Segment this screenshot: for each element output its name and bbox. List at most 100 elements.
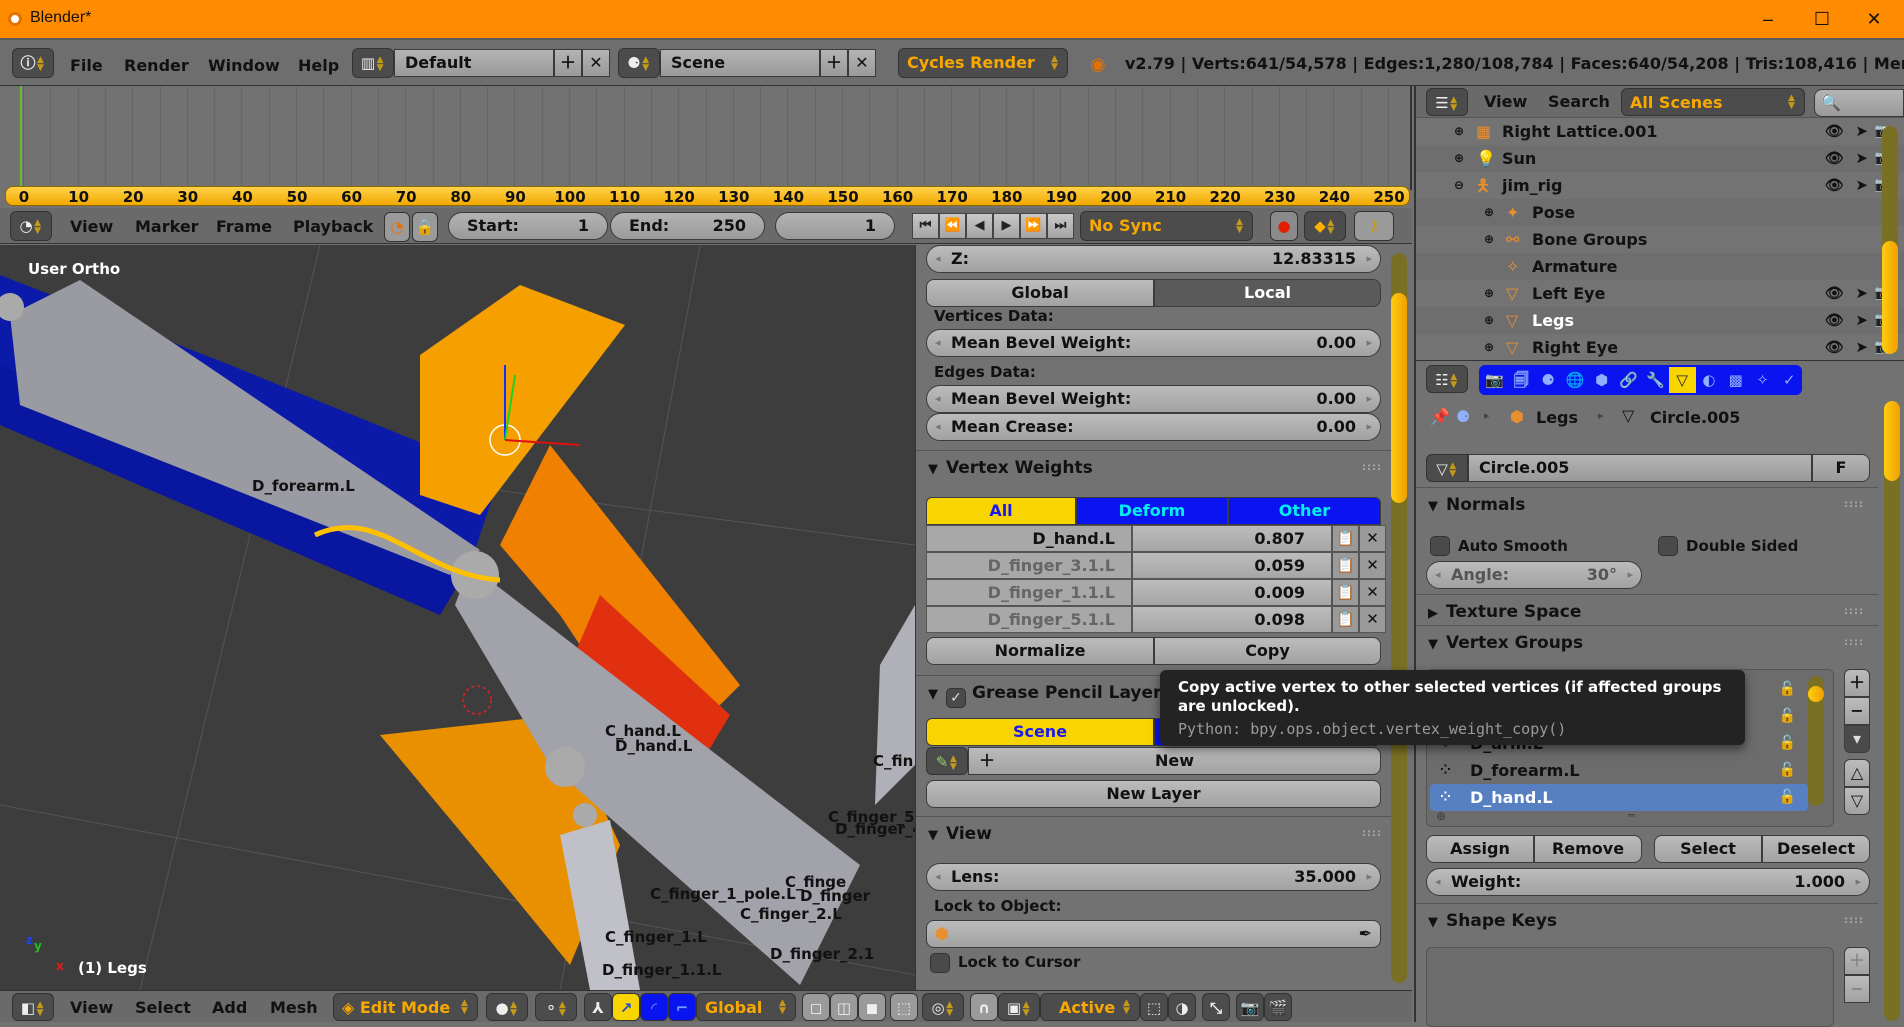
outliner-item-right-eye[interactable]: ⊕▽Right Eye👁➤📷 [1416,334,1904,361]
drag-handle-icon[interactable]: :::: [1844,626,1864,660]
grease-source-scene-tab[interactable]: Scene [926,718,1154,746]
assign-button[interactable]: Assign [1426,835,1534,863]
editor-type-outliner-button[interactable]: ☰ ▲ ▼ [1426,88,1468,116]
remove-scene-button[interactable]: ✕ [848,49,876,77]
unlocked-icon[interactable]: 🔓 [1779,703,1796,730]
select-button[interactable]: Select [1654,835,1762,863]
menu-window[interactable]: Window [208,56,280,75]
limit-selection-visible-button[interactable]: ⬚ [890,993,918,1021]
frame-ruler[interactable]: 0 10 20 30 40 50 60 70 80 90 100 110 120 130 140 150 160… [5,186,1410,206]
screen-layout-field[interactable]: Default [394,49,554,77]
snap-element-button[interactable]: ▣ ▲ ▼ [998,993,1040,1021]
expand-toggle-icon[interactable]: ⊕ [1484,199,1494,226]
lock-range-icon[interactable]: 🔒 [412,212,438,242]
menu-frame[interactable]: Frame [216,217,272,236]
vertex-groups-panel-header[interactable]: ▼ Vertex Groups:::: [1416,625,1878,659]
grease-pencil-datablock-selector[interactable]: ✎ ▲ ▼ [926,747,968,775]
cursor-select-icon[interactable]: ➤ [1855,145,1868,172]
unlocked-icon[interactable]: 🔓 [1779,676,1796,703]
menu-view[interactable]: View [70,217,113,236]
jump-keyframe-forward-button[interactable]: ⏩ [1020,213,1047,239]
vertex-group-name[interactable]: D_hand.L [1470,788,1553,807]
mesh-name-input[interactable]: Circle.005 [1468,454,1812,482]
menu-mesh[interactable]: Mesh [270,998,318,1017]
eyedropper-icon[interactable]: ✒ [1359,921,1372,947]
translate-manipulator-button[interactable]: ↗ [612,993,640,1021]
paste-weight-icon[interactable]: 📋 [1332,579,1359,606]
editor-type-info-button[interactable]: ⓘ ▲ ▼ [12,48,54,78]
remove-layout-button[interactable]: ✕ [582,49,610,77]
vertex-group-item[interactable]: ⁘ D_forearm.L 🔓 [1430,757,1808,784]
snap-target-dropdown[interactable]: Active ▲ ▼ [1040,993,1140,1021]
outliner-scrollbar-thumb[interactable] [1882,241,1898,354]
interaction-mode-dropdown[interactable]: ◈ Edit Mode ▲ ▼ [333,993,478,1021]
scene-field[interactable]: Scene [660,49,820,77]
outliner-item-bone-groups[interactable]: ⊕ ⚯ Bone Groups [1416,226,1904,253]
shape-key-list[interactable] [1426,947,1834,1027]
snap-toggle[interactable]: ∩ [970,993,998,1021]
vertex-weight-value-field[interactable]: 0.807 [1132,525,1332,552]
properties-tab-render[interactable]: 📷 [1481,367,1508,393]
new-grease-pencil-button[interactable]: ＋ New [968,747,1381,775]
filter-all-tab[interactable]: All [926,497,1076,525]
expand-toggle-icon[interactable]: ⊕ [1484,280,1494,307]
pin-icon[interactable]: 📌 [1430,407,1450,426]
vertex-group-weight-field[interactable]: Weight: 1.000 [1426,868,1870,896]
manipulator-toggle[interactable]: ⅄ [584,993,612,1021]
maximize-button[interactable]: ☐ [1798,4,1846,34]
paste-weight-icon[interactable]: 📋 [1332,525,1359,552]
move-group-up-button[interactable]: △ [1844,759,1870,787]
normalize-button[interactable]: Normalize [926,637,1154,665]
proportional-editing-button[interactable]: ◎ ▲ ▼ [922,993,964,1021]
properties-tab-scene[interactable]: ⚈ [1535,367,1562,393]
properties-tab-constraints[interactable]: 🔗 [1615,367,1642,393]
eye-icon[interactable]: 👁 [1825,280,1844,307]
delete-weight-icon[interactable]: ✕ [1359,525,1386,552]
menu-playback[interactable]: Playback [293,217,373,236]
end-frame-field[interactable]: End: 250 [610,212,765,240]
vertex-weights-panel-header[interactable]: ▼ Vertex Weights:::: [916,450,1396,484]
vertex-weight-group-name[interactable]: D_finger_5.1.L [926,606,1132,633]
vertex-weight-value-field[interactable]: 0.059 [1132,552,1332,579]
properties-scrollbar[interactable] [1884,401,1900,1021]
eye-icon[interactable]: 👁 [1825,334,1844,361]
expand-toggle-icon[interactable]: ⊕ [1484,334,1494,361]
new-layer-button[interactable]: New Layer [926,780,1381,808]
outliner-item-armature[interactable]: ✧ Armature [1416,253,1904,280]
display-mode-dropdown[interactable]: All Scenes ▲ ▼ [1621,88,1805,116]
auto-smooth-checkbox[interactable] [1430,536,1450,556]
mesh-datablock-selector[interactable]: ▽ ▲ ▼ [1426,454,1468,482]
outliner-item-right-lattice-001[interactable]: ⊕▦Right Lattice.001👁➤📷 [1416,118,1904,145]
cursor-select-icon[interactable]: ➤ [1855,334,1868,361]
n-panel-scrollbar-thumb[interactable] [1391,293,1407,503]
menu-select[interactable]: Select [135,998,191,1017]
keying-set-key-icon[interactable]: ⚷ [1354,211,1394,241]
menu-search[interactable]: Search [1548,92,1610,111]
expand-toggle-icon[interactable]: ⊕ [1454,145,1464,172]
vertex-group-list-scrollbar-thumb[interactable] [1808,686,1824,702]
transform-orientation-dropdown[interactable]: Global ▲ ▼ [696,993,796,1021]
close-button[interactable]: ✕ [1850,4,1898,34]
opengl-render-animation-button[interactable]: 🎬 [1264,993,1292,1021]
outliner-scrollbar[interactable] [1882,126,1898,354]
keying-set-button[interactable]: ◆ ▲ ▼ [1304,211,1346,241]
expand-toggle-icon[interactable]: ⊕ [1454,118,1464,145]
drag-handle-icon[interactable]: :::: [1844,595,1864,629]
remove-shape-key-button[interactable]: − [1844,975,1870,1003]
outliner-search-input[interactable]: 🔍 [1814,89,1904,117]
screen-layout-selector[interactable]: ▥ ▲ ▼ [352,48,394,78]
vertex-mean-bevel-field[interactable]: Mean Bevel Weight: 0.00 [926,329,1381,357]
play-button[interactable]: ▶ [993,213,1020,239]
editor-type-3dview-button[interactable]: ◧ ▲ ▼ [12,993,54,1021]
vertex-weight-group-name[interactable]: D_hand.L [926,525,1132,552]
expand-toggle-icon[interactable]: ⊕ [1484,226,1494,253]
edge-select-mode-button[interactable]: ◫ [830,993,858,1021]
add-vertex-group-button[interactable]: ＋ [1844,669,1870,697]
delete-weight-icon[interactable]: ✕ [1359,579,1386,606]
menu-view[interactable]: View [70,998,113,1017]
lock-to-object-field[interactable]: ⬢ ✒ [926,920,1381,948]
deselect-button[interactable]: Deselect [1762,835,1870,863]
scale-manipulator-button[interactable]: ⌐ [668,993,696,1021]
menu-add[interactable]: Add [212,998,247,1017]
vertex-weight-value-field[interactable]: 0.098 [1132,606,1332,633]
